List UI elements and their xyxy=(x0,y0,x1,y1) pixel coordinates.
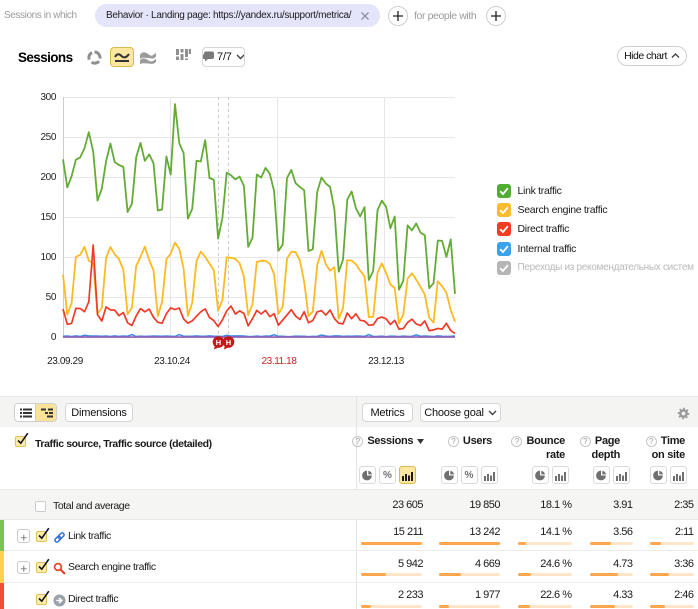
svg-text:0: 0 xyxy=(51,332,57,343)
svg-text:23.09.29: 23.09.29 xyxy=(47,356,84,367)
svg-text:200: 200 xyxy=(41,172,57,183)
svg-text:100: 100 xyxy=(41,252,57,263)
svg-text:H: H xyxy=(226,338,231,347)
svg-text:H: H xyxy=(216,338,221,347)
svg-text:250: 250 xyxy=(41,132,57,143)
svg-text:150: 150 xyxy=(41,212,57,223)
svg-text:300: 300 xyxy=(41,92,57,103)
svg-text:50: 50 xyxy=(46,292,57,303)
svg-text:23.12.13: 23.12.13 xyxy=(368,356,405,367)
svg-text:23.11.18: 23.11.18 xyxy=(262,356,298,367)
svg-text:23.10.24: 23.10.24 xyxy=(154,356,191,367)
